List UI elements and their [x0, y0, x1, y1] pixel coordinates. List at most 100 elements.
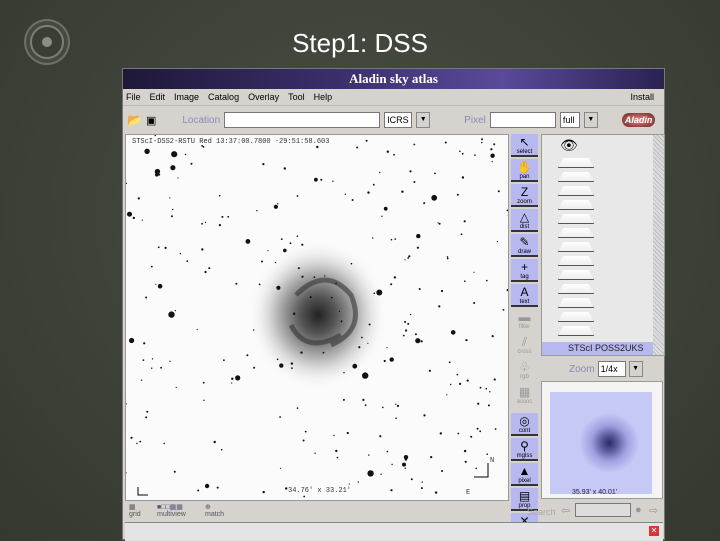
eye-icon[interactable]: 👁 — [560, 137, 664, 154]
match-label: match — [205, 511, 225, 518]
match-button[interactable]: ⊕ match — [205, 503, 224, 518]
tool-label: dist — [519, 224, 530, 230]
zoom-label: Zoom — [569, 363, 595, 375]
empty-plane-icon[interactable] — [558, 270, 594, 280]
empty-plane-icon[interactable] — [558, 326, 594, 336]
close-icon[interactable]: ✕ — [649, 526, 659, 536]
tag-icon: + — [520, 260, 528, 274]
tools-tool-assoc[interactable]: ▦ assoc — [511, 384, 538, 407]
galaxy — [248, 240, 388, 390]
search-prev-icon[interactable]: ⇦ — [561, 504, 570, 517]
search-next-icon[interactable]: ⇨ — [649, 504, 658, 517]
search-input[interactable] — [575, 503, 631, 517]
empty-plane-icon[interactable] — [558, 172, 594, 182]
tool-column: ↖ select ✋ pan Zzoom △ dist ✎ draw + tag Atext ▬ filt… — [511, 134, 538, 538]
sky-image-view[interactable]: STScI-DSS2-RSTU Red 13:37:00.7800 -29:51… — [125, 134, 509, 501]
select-icon: ↖ — [519, 135, 530, 149]
stack-scrollbar[interactable] — [653, 135, 664, 355]
empty-plane-icon[interactable] — [558, 312, 594, 322]
zoom-select[interactable]: 1/4x — [597, 361, 626, 377]
tools-tool-dist[interactable]: △ dist — [511, 209, 538, 232]
menu-edit[interactable]: Edit — [150, 92, 166, 102]
tools2-tool-pixel[interactable]: ▲ pixel — [511, 463, 538, 486]
frame-select[interactable]: ICRS — [384, 112, 413, 128]
mglss-icon: ⚲ — [520, 439, 529, 453]
empty-plane-icon[interactable] — [558, 186, 594, 196]
pixel-label: Pixel — [464, 114, 486, 126]
aladin-logo: Aladin — [621, 113, 656, 127]
pixel-input[interactable] — [489, 112, 556, 128]
thumbnail-size: 35.93' x 40.01' — [572, 489, 618, 496]
tools-tool-select[interactable]: ↖ select — [511, 134, 538, 157]
bottom-bar: ▦ grid ■□□▦▦ multiview ⊕ match Search ⇦ ● ⇨ — [125, 501, 663, 521]
thumbnail-view[interactable]: 35.93' x 40.01' — [541, 381, 663, 499]
tool-label: filter — [518, 324, 531, 330]
thumbnail-image — [550, 392, 652, 494]
location-label: Location — [182, 114, 221, 126]
pixel-icon: ▲ — [518, 464, 531, 478]
menu-overlay[interactable]: Overlay — [248, 92, 279, 102]
cross-icon: ⫽ — [521, 335, 528, 349]
plane-stack: 👁 STScI POSS2UKS — [541, 134, 665, 356]
menu-file[interactable]: File — [126, 92, 141, 102]
menu-catalog[interactable]: Catalog — [208, 92, 239, 102]
menu-help[interactable]: Help — [314, 92, 333, 102]
tools-tool-tag[interactable]: + tag — [511, 259, 538, 282]
rgb-icon: ♧ — [519, 360, 530, 374]
search-go-icon[interactable]: ● — [635, 504, 642, 516]
zoom-control: Zoom 1/4x ▼ — [569, 361, 643, 377]
menu-image[interactable]: Image — [174, 92, 199, 102]
empty-plane-icon[interactable] — [558, 284, 594, 294]
aladin-window: Aladin sky atlas File Edit Image Catalog… — [122, 68, 665, 541]
toolbar: 📂 ▣ Location ICRS ▼ Pixel full ▼ Aladin — [123, 106, 664, 134]
tools-tool-cross[interactable]: ⫽ cross — [511, 334, 538, 357]
chevron-down-icon[interactable]: ▼ — [583, 112, 598, 128]
empty-plane-icon[interactable] — [558, 298, 594, 308]
search-label: Search — [527, 507, 556, 517]
menu-install[interactable]: Install — [630, 92, 664, 102]
tools2-tool-mglss[interactable]: ⚲ mglss — [511, 438, 538, 461]
tools-tool-rgb[interactable]: ♧ rgb — [511, 359, 538, 382]
slide-title: Step1: DSS — [292, 28, 428, 58]
empty-plane-icon[interactable] — [558, 214, 594, 224]
window-title: Aladin sky atlas — [123, 69, 664, 89]
cont-icon: ◎ — [519, 414, 530, 428]
tools-tool-draw[interactable]: ✎ draw — [511, 234, 538, 257]
save-icon[interactable]: ▣ — [146, 114, 156, 127]
open-folder-icon[interactable]: 📂 — [127, 113, 142, 127]
plane-label: STScI POSS2UKS — [568, 343, 644, 353]
menu-tool[interactable]: Tool — [288, 92, 305, 102]
selected-plane[interactable]: STScI POSS2UKS — [542, 342, 655, 355]
tools2-tool-cont[interactable]: ◎ cont — [511, 413, 538, 436]
north-label: N — [490, 457, 495, 465]
pan-icon: ✋ — [517, 160, 532, 174]
tools-tool-text[interactable]: Atext — [511, 284, 538, 307]
empty-plane-icon[interactable] — [558, 242, 594, 252]
tool-label: draw — [517, 249, 531, 255]
empty-plane-icon[interactable] — [558, 228, 594, 238]
tools-tool-pan[interactable]: ✋ pan — [511, 159, 538, 182]
empty-plane-icon[interactable] — [558, 200, 594, 210]
multiview-button[interactable]: ■□□▦▦ multiview — [157, 503, 186, 518]
tool-label: mglss — [516, 453, 533, 459]
menu-bar: File Edit Image Catalog Overlay Tool Hel… — [123, 89, 664, 106]
sky-image — [126, 135, 508, 498]
text-icon: A — [520, 285, 529, 299]
tool-label: zoom — [517, 199, 532, 205]
tool-label: assoc — [516, 399, 533, 405]
assoc-icon: ▦ — [518, 385, 531, 399]
chevron-down-icon[interactable]: ▼ — [416, 112, 431, 128]
image-header: STScI-DSS2-RSTU Red 13:37:00.7800 -29:51… — [132, 138, 330, 146]
empty-plane-icon[interactable] — [558, 256, 594, 266]
location-input[interactable] — [224, 112, 381, 128]
grid-button[interactable]: ▦ grid — [129, 503, 141, 518]
tools-tool-filter[interactable]: ▬ filter — [511, 309, 538, 332]
chevron-down-icon[interactable]: ▼ — [628, 361, 643, 377]
console-area[interactable]: ✕ — [125, 522, 663, 541]
pixel-mode-select[interactable]: full — [559, 112, 580, 128]
zoom-icon: Z — [520, 185, 529, 199]
tools-tool-zoom[interactable]: Zzoom — [511, 184, 538, 207]
tool-label: cont — [518, 428, 531, 434]
empty-plane-icon[interactable] — [558, 158, 594, 168]
draw-icon: ✎ — [519, 235, 530, 249]
